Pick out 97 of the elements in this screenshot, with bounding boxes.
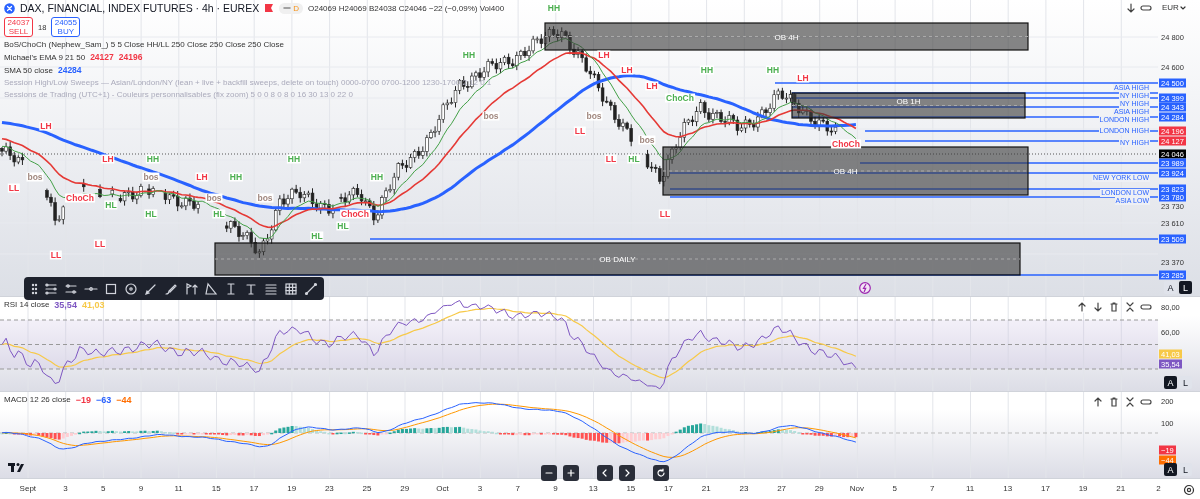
- structure-label: bos: [205, 193, 223, 203]
- buy-button[interactable]: 24055 BUY: [51, 17, 81, 37]
- structure-label: HH: [286, 154, 302, 164]
- badge-letter: D: [293, 3, 299, 13]
- time-label: 13: [588, 484, 598, 493]
- indicator-name[interactable]: BoS/ChoCh (Nephew_Sam_) 5 5 Close HH/LL 250 Close 250 Close 250 Close: [4, 40, 284, 49]
- time-label: 7: [515, 484, 520, 493]
- structure-label: LH: [796, 73, 810, 83]
- structure-label: LH: [645, 81, 659, 91]
- structure-label: ChoCh: [831, 139, 861, 149]
- structure-label: HL: [144, 209, 158, 219]
- structure-label: bos: [142, 172, 160, 182]
- zone-label: OB 4H: [774, 32, 799, 41]
- structure-label: LH: [195, 172, 209, 182]
- structure-label: HL: [212, 209, 226, 219]
- scale-mode-button[interactable]: A: [1164, 281, 1177, 294]
- indicator-name[interactable]: RSI 14 close: [4, 300, 50, 310]
- indicator-value: 41,03: [81, 300, 105, 310]
- time-label: 15: [211, 484, 221, 493]
- indicator-value: 24127: [90, 52, 114, 62]
- structure-label: LH: [620, 65, 634, 75]
- indicator-name[interactable]: MACD 12 26 close: [4, 395, 71, 405]
- time-label: 13: [1003, 484, 1013, 493]
- structure-label: HH: [228, 172, 244, 182]
- structure-label: HH: [369, 172, 385, 182]
- scale-mode-button[interactable]: L: [1179, 463, 1192, 476]
- structure-label: HL: [310, 231, 324, 241]
- indicator-name[interactable]: SMA 50 close: [4, 65, 53, 75]
- ohlc-values: O24069 H24069 B24038 C24046 −22 (−0,09%) Vol400: [308, 3, 505, 13]
- zone-label: OB 1H: [896, 96, 921, 106]
- structure-label: LH: [39, 121, 53, 131]
- structure-label: LL: [49, 250, 63, 260]
- time-label: 29: [400, 484, 410, 493]
- time-label: 9: [138, 484, 144, 493]
- time-label: 21: [1116, 484, 1126, 493]
- indicator-value: −63: [96, 395, 112, 405]
- structure-label: LL: [7, 183, 21, 193]
- time-label: 17: [249, 484, 259, 493]
- structure-label: HH: [145, 154, 161, 164]
- time-label: 11: [965, 484, 975, 493]
- time-label: 11: [174, 484, 183, 493]
- time-label: 19: [1078, 484, 1088, 493]
- time-label: 25: [362, 484, 372, 493]
- time-label: 3: [477, 484, 483, 493]
- indicator-name[interactable]: Michael's EMA 9 21 50: [4, 52, 86, 62]
- structure-label: LL: [658, 209, 672, 219]
- indicator-value: −44: [116, 395, 132, 405]
- currency-selector[interactable]: EUR: [1162, 3, 1179, 12]
- time-label: 27: [777, 484, 787, 493]
- structure-label: bos: [26, 172, 44, 182]
- time-label: 2: [1156, 484, 1161, 493]
- time-label: 5: [101, 484, 106, 493]
- time-label: 3: [63, 484, 68, 493]
- structure-label: bos: [638, 135, 656, 145]
- scale-mode-button[interactable]: A: [1164, 376, 1177, 389]
- time-label: 21: [701, 484, 711, 493]
- structure-label: HH: [461, 50, 477, 60]
- structure-label: ChoCh: [340, 209, 370, 219]
- time-label: 19: [287, 484, 297, 493]
- structure-label: bos: [585, 111, 603, 121]
- indicator-value: 24284: [57, 65, 82, 75]
- structure-label: HL: [104, 200, 118, 210]
- indicator-value: 35,54: [54, 300, 77, 310]
- structure-label: LL: [573, 126, 587, 136]
- structure-label: LH: [101, 154, 115, 164]
- structure-label: LL: [93, 239, 107, 249]
- time-label: 7: [930, 484, 935, 493]
- structure-label: ChoCh: [65, 193, 95, 203]
- time-label: 29: [814, 484, 824, 493]
- time-label: 5: [892, 484, 897, 493]
- time-label: Sept: [19, 484, 37, 493]
- scale-mode-button[interactable]: L: [1179, 281, 1192, 294]
- structure-label: LH: [597, 50, 611, 60]
- sell-button[interactable]: 24037 SELL: [4, 17, 33, 37]
- zone-label: OB DAILY: [599, 254, 636, 264]
- time-label: 23: [324, 484, 334, 493]
- time-label: 17: [664, 484, 673, 493]
- time-label: Nov: [849, 484, 865, 493]
- structure-label: HH: [546, 3, 562, 13]
- structure-label: HL: [627, 154, 641, 164]
- structure-label: ChoCh: [665, 93, 695, 103]
- structure-label: bos: [482, 111, 500, 121]
- indicator-value: −19: [75, 395, 91, 405]
- structure-label: bos: [256, 193, 274, 203]
- structure-label: HH: [699, 65, 715, 75]
- scale-mode-button[interactable]: A: [1164, 463, 1177, 476]
- zone-label: OB 4H: [833, 166, 858, 176]
- time-label: Oct: [436, 484, 449, 493]
- indicator-value: 24196: [118, 52, 143, 62]
- time-label: 17: [1040, 484, 1050, 493]
- time-label: 23: [739, 484, 749, 493]
- time-label: 15: [626, 484, 636, 493]
- structure-label: HH: [765, 65, 781, 75]
- symbol-title: DAX, FINANCIAL, INDEX FUTURES · 4h · EUREX: [20, 2, 260, 14]
- structure-label: HL: [336, 221, 350, 231]
- structure-label: LL: [604, 154, 618, 164]
- time-label: 9: [553, 484, 558, 493]
